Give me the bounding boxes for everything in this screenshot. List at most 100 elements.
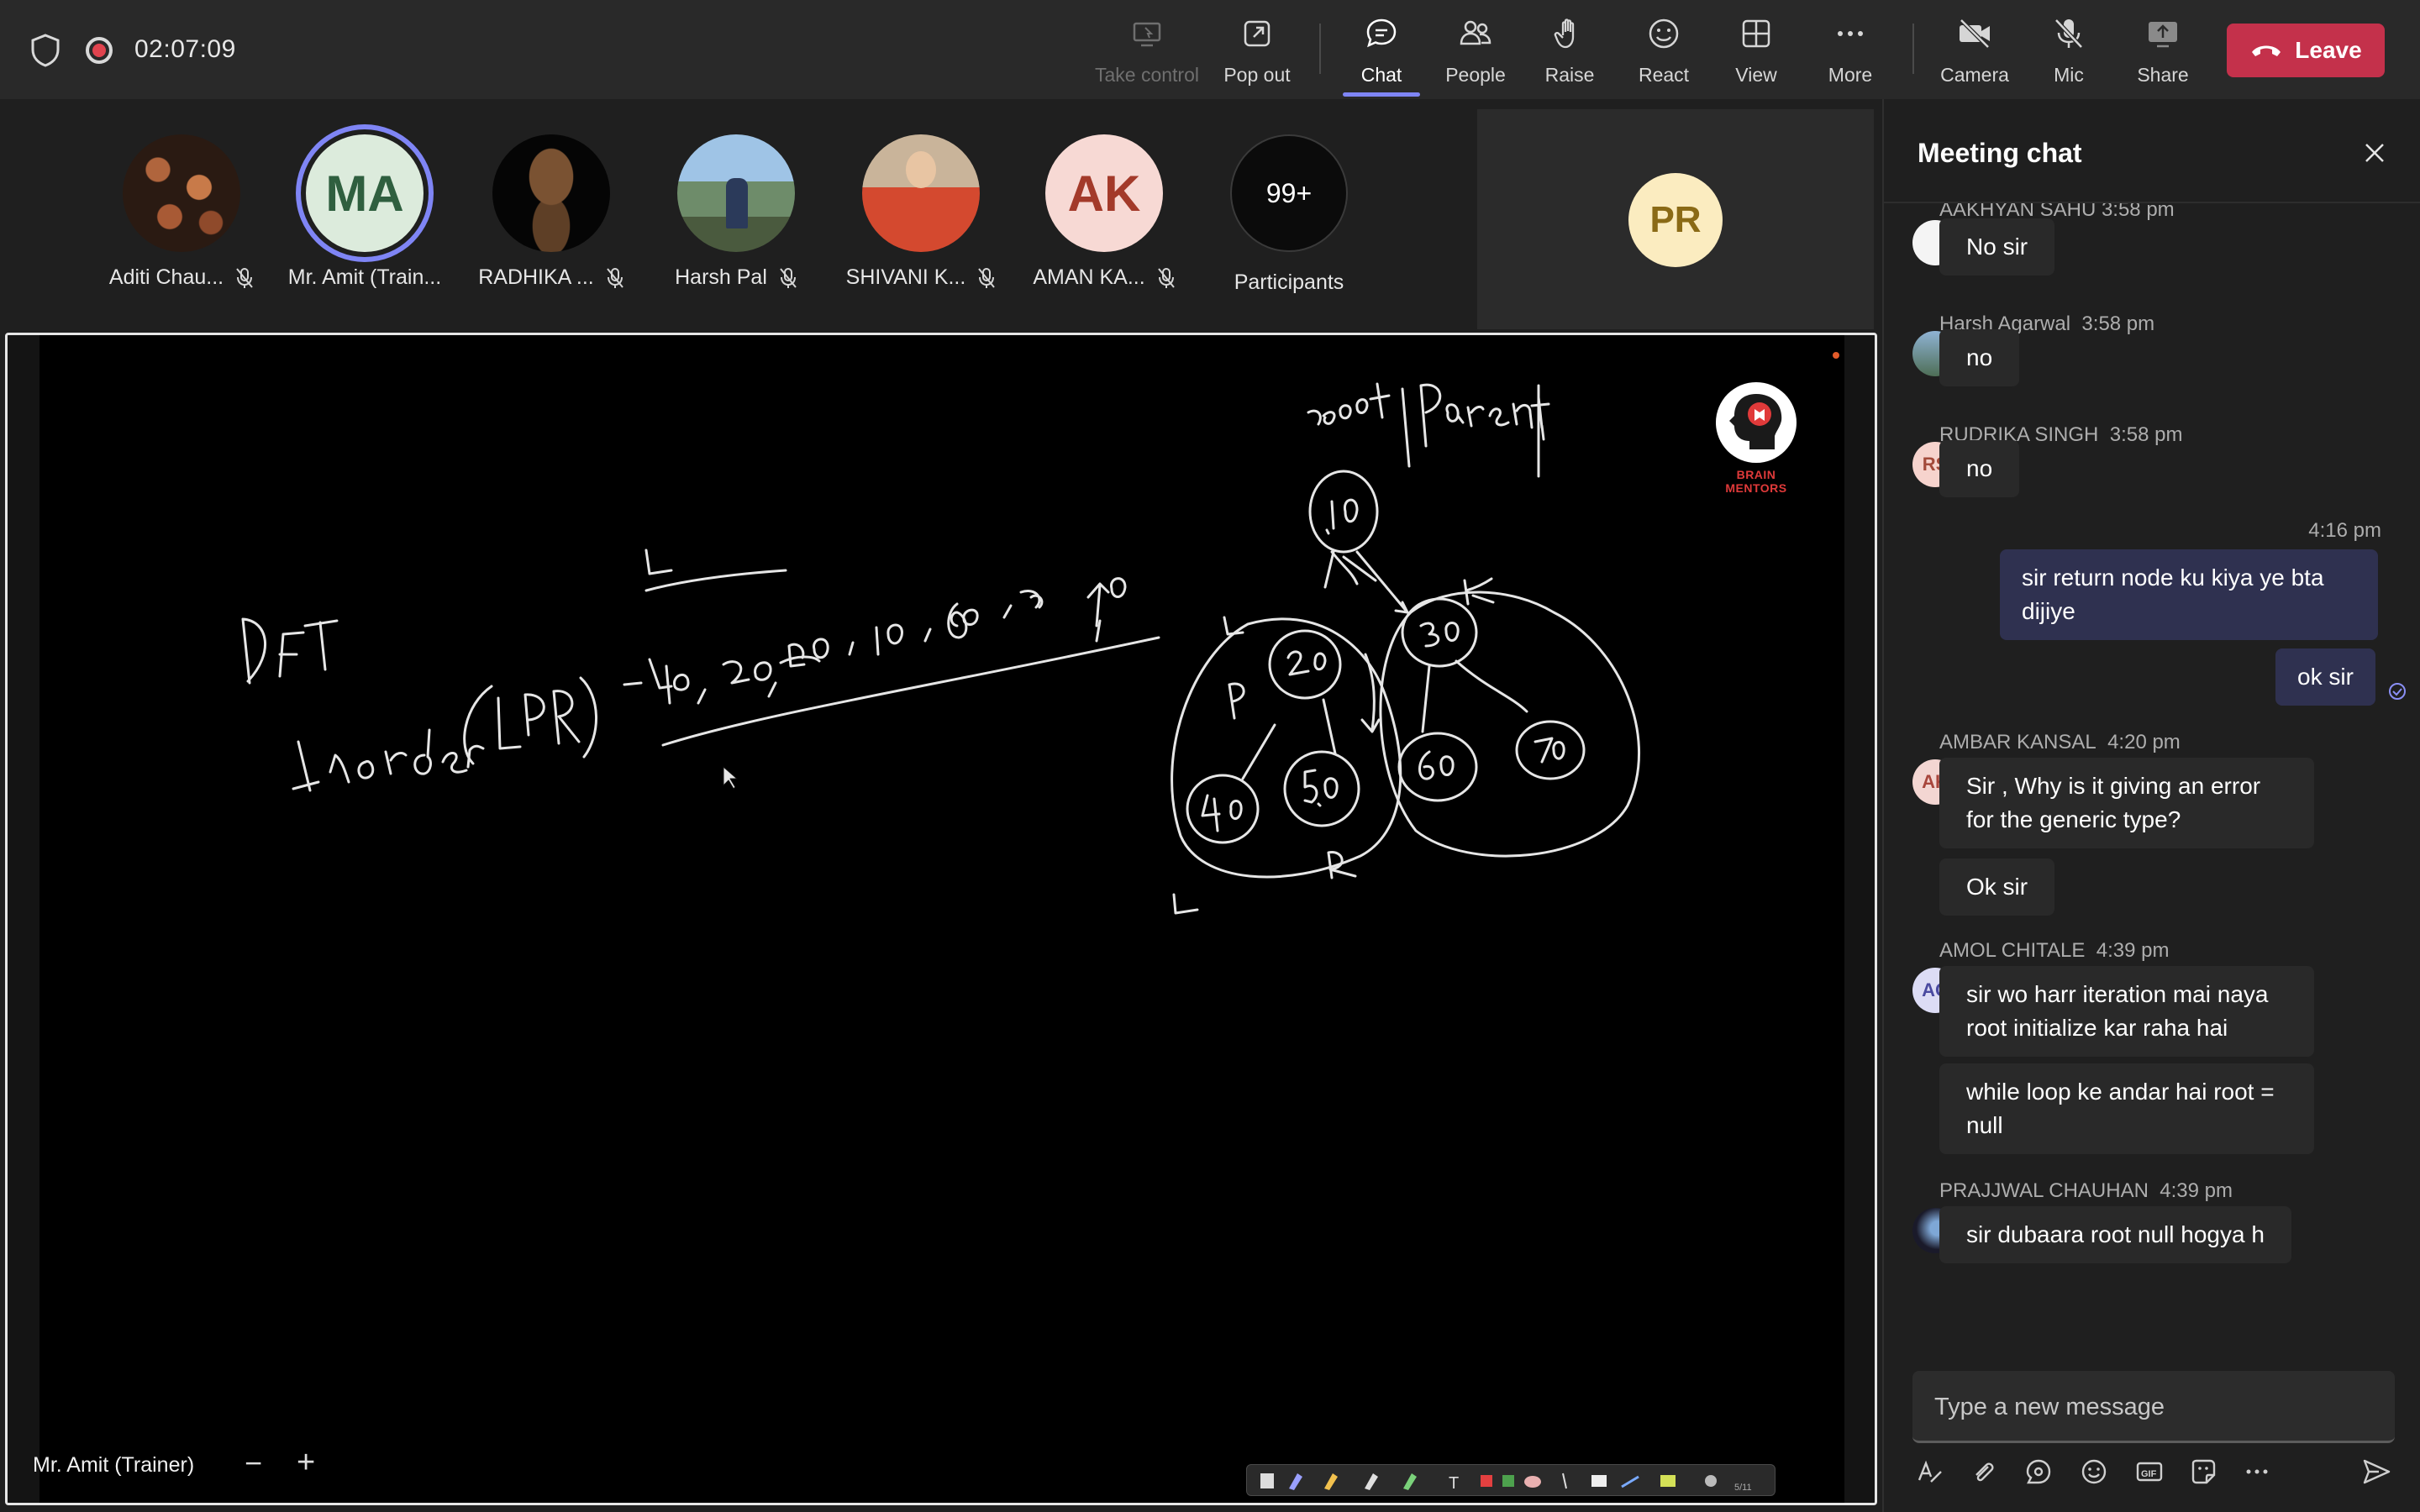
my-message-bubble[interactable]: sir return node ku kiya ye bta dijiye	[2000, 549, 2378, 640]
meeting-timer: 02:07:09	[134, 35, 236, 63]
attach-button[interactable]	[1966, 1455, 2000, 1488]
sticker-button[interactable]	[2186, 1455, 2220, 1488]
shared-screen[interactable]: BRAIN MENTORS Mr. Amit (Trainer) − + T 5…	[5, 333, 1877, 1505]
message-time: 4:39 pm	[2096, 939, 2170, 962]
camera-off-icon	[1960, 18, 1990, 49]
shield-icon[interactable]	[30, 34, 60, 67]
message-meta: PRAJJWAL CHAUHAN 4:39 pm	[1939, 1179, 2233, 1203]
pen-toolbar[interactable]: T 5/11	[1246, 1464, 1776, 1496]
avatar	[862, 134, 980, 252]
share-screen-icon	[2149, 22, 2177, 48]
pop-out-icon	[1244, 20, 1270, 47]
message-text: Sir , Why is it giving an error for the …	[1966, 773, 2261, 832]
toolbar-divider	[1319, 24, 1321, 74]
message-composer[interactable]	[1912, 1371, 2395, 1443]
participant-tile[interactable]: AK AMAN KA...	[1020, 134, 1188, 290]
take-control-label: Take control	[1094, 64, 1199, 86]
participant-name: AMAN KA...	[1033, 265, 1145, 289]
hang-up-icon	[2252, 45, 2281, 56]
pen-tools-icon: T 5/11	[1260, 1473, 1752, 1493]
leave-button[interactable]: Leave	[2227, 24, 2385, 77]
my-message-bubble[interactable]: ok sir	[2275, 648, 2375, 706]
message-bubble[interactable]: sir wo harr iteration mai naya root init…	[1939, 966, 2314, 1057]
close-icon[interactable]	[2361, 139, 2388, 166]
gif-icon: GIF	[2136, 1462, 2163, 1482]
chat-label: Chat	[1360, 64, 1402, 86]
logo-text: BRAIN MENTORS	[1725, 468, 1787, 495]
emoji-icon	[2081, 1459, 2107, 1484]
mic-off-icon	[1157, 267, 1175, 288]
participants-overflow[interactable]: 99+ Participants	[1205, 134, 1373, 295]
more-dots-icon	[2246, 1469, 2268, 1474]
people-icon	[1460, 20, 1491, 45]
message-bubble[interactable]: no	[1939, 329, 2020, 386]
message-text: while loop ke andar hai root = null	[1966, 1079, 2275, 1138]
active-tab-indicator	[1343, 92, 1420, 97]
gif-button[interactable]: GIF	[2133, 1455, 2166, 1488]
mic-label: Mic	[2054, 64, 2084, 86]
raise-label: Raise	[1544, 64, 1595, 86]
chat-button[interactable]: Chat	[1339, 15, 1423, 91]
participant-name: Mr. Amit (Train...	[287, 265, 442, 289]
svg-text:GIF: GIF	[2141, 1469, 2157, 1479]
message-time: 4:39 pm	[2160, 1179, 2233, 1202]
seen-check-icon	[2389, 683, 2406, 700]
take-control-button[interactable]: Take control	[1092, 15, 1202, 91]
view-button[interactable]: View	[1714, 15, 1798, 91]
mic-off-icon	[978, 267, 996, 288]
participant-tile[interactable]: SHIVANI K...	[837, 134, 1005, 290]
logo-mark	[1729, 394, 1782, 449]
send-button[interactable]	[2360, 1455, 2393, 1488]
participant-video-tile[interactable]: PR	[1477, 109, 1874, 329]
message-text: No sir	[1966, 234, 2028, 260]
pop-out-button[interactable]: Pop out	[1215, 15, 1299, 91]
mic-off-icon	[780, 267, 797, 288]
message-bubble[interactable]: Ok sir	[1939, 858, 2055, 916]
sticker-icon	[2191, 1459, 2216, 1484]
participant-tile[interactable]: Aditi Chau...	[97, 134, 266, 290]
emoji-button[interactable]	[2077, 1455, 2111, 1488]
participant-tile[interactable]: RADHIKA ...	[467, 134, 635, 290]
message-bubble[interactable]: sir dubaara root null hogya h	[1939, 1206, 2291, 1263]
message-input[interactable]	[1934, 1389, 2371, 1425]
react-button[interactable]: React	[1622, 15, 1706, 91]
participant-tile[interactable]: Harsh Pal	[652, 134, 820, 290]
participant-name: Harsh Pal	[675, 265, 767, 289]
message-bubble[interactable]: no	[1939, 440, 2020, 497]
more-options-button[interactable]	[2240, 1455, 2274, 1488]
message-meta: AMOL CHITALE 4:39 pm	[1939, 939, 2169, 963]
message-meta: AMBAR KANSAL 4:20 pm	[1939, 731, 2181, 754]
share-button[interactable]: Share	[2121, 15, 2205, 91]
message-bubble[interactable]: Sir , Why is it giving an error for the …	[1939, 758, 2314, 848]
presenter-name: Mr. Amit (Trainer)	[33, 1453, 195, 1477]
loop-button[interactable]	[2022, 1455, 2055, 1488]
message-text: sir dubaara root null hogya h	[1966, 1221, 2265, 1247]
message-bubble[interactable]: No sir	[1939, 218, 2055, 276]
raise-hand-button[interactable]: Raise	[1528, 15, 1612, 91]
message-time: 4:16 pm	[2308, 519, 2381, 542]
message-text: ok sir	[2297, 664, 2354, 690]
smiley-icon	[1649, 18, 1679, 49]
grid-view-icon	[1742, 19, 1770, 48]
mic-off-icon	[236, 267, 253, 288]
zoom-out-button[interactable]: −	[245, 1446, 262, 1481]
more-dots-icon	[1838, 31, 1863, 36]
message-bubble[interactable]: while loop ke andar hai root = null	[1939, 1063, 2314, 1154]
zoom-in-button[interactable]: +	[297, 1445, 315, 1481]
mic-button[interactable]: Mic	[2027, 15, 2111, 91]
chat-message-list[interactable]: AAKHYAN SAHU 3:58 pm No sir Harsh Agarwa…	[1884, 203, 2420, 1362]
svg-text:T: T	[1449, 1474, 1459, 1493]
loop-icon	[2026, 1459, 2051, 1484]
brain-logo-icon	[1716, 382, 1797, 463]
camera-button[interactable]: Camera	[1933, 15, 2017, 91]
whiteboard-drawing	[241, 352, 1839, 915]
format-text-button[interactable]	[1912, 1455, 1946, 1488]
leave-label: Leave	[2295, 37, 2362, 63]
format-icon	[1918, 1460, 1942, 1483]
more-button[interactable]: More	[1808, 15, 1892, 91]
people-button[interactable]: People	[1434, 15, 1518, 91]
participant-tile[interactable]: MA Mr. Amit (Train...	[281, 134, 449, 290]
message-time: 4:20 pm	[2107, 731, 2181, 753]
message-sender: AMOL CHITALE	[1939, 939, 2086, 962]
message-time: 3:58 pm	[2081, 312, 2155, 335]
